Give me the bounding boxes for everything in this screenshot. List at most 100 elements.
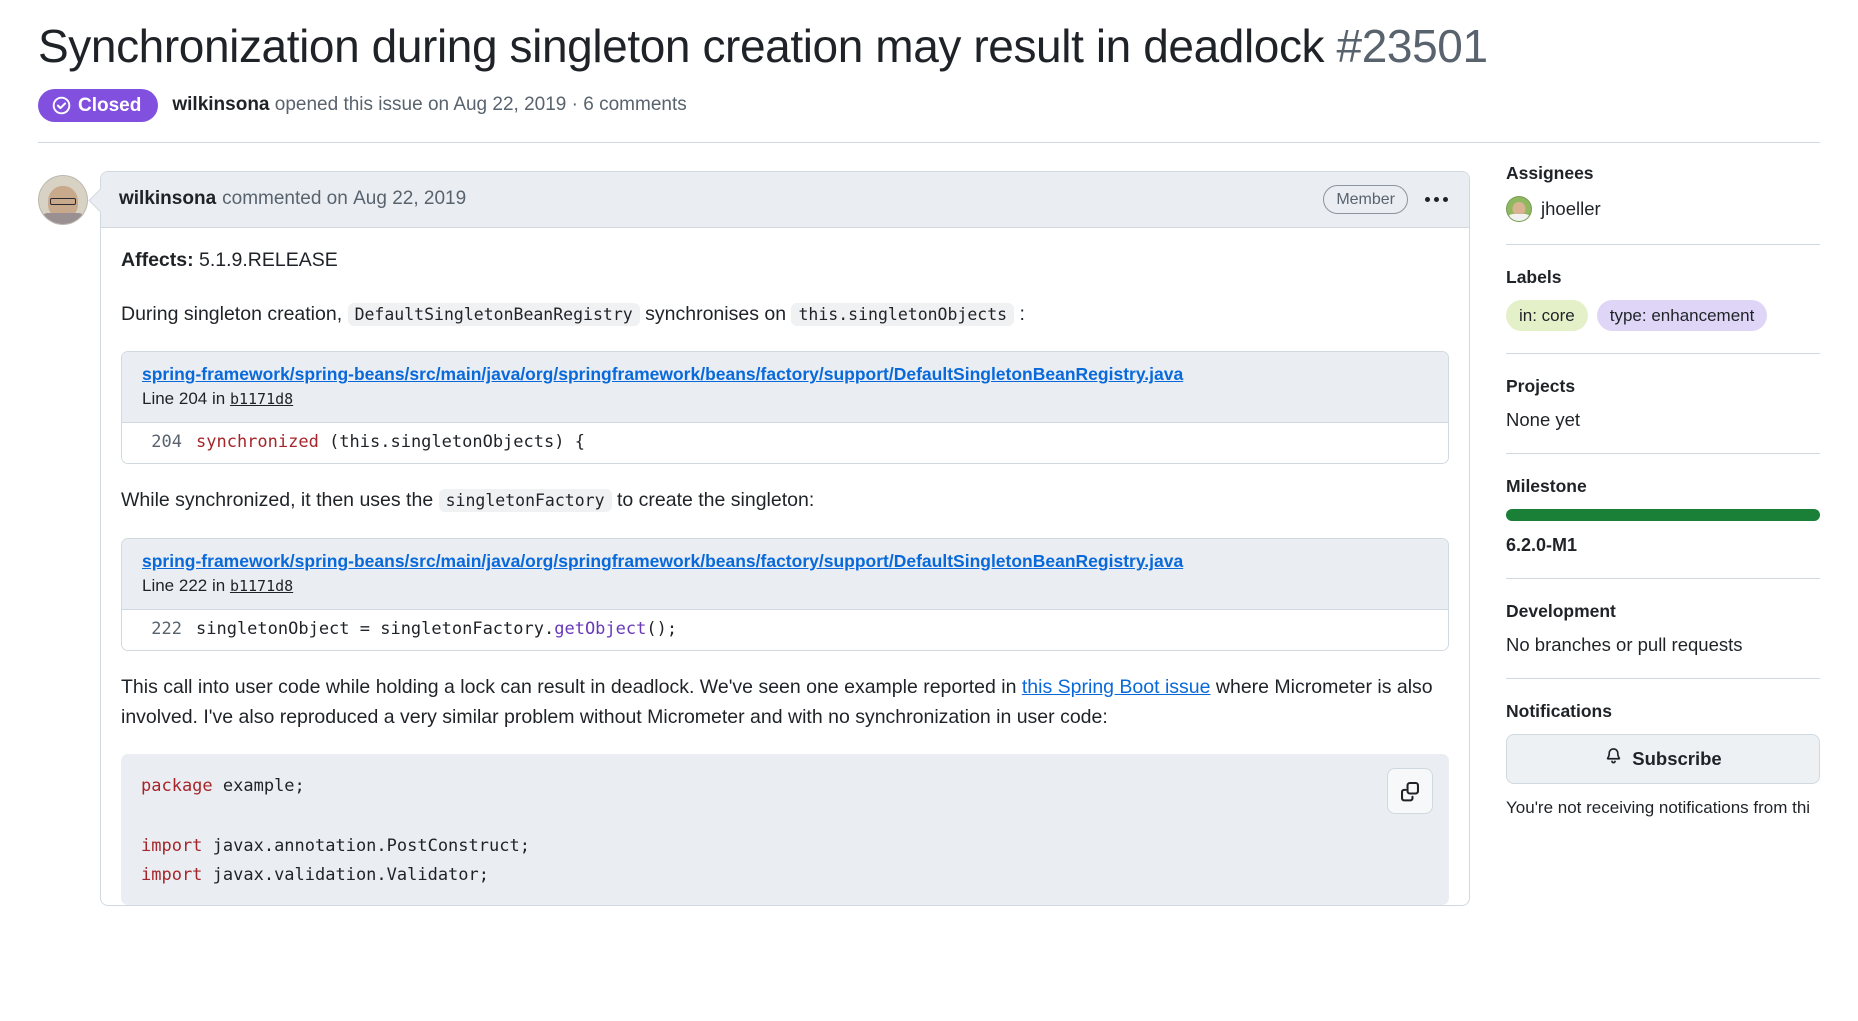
assignee-row[interactable]: jhoeller <box>1506 195 1820 222</box>
milestone-name[interactable]: 6.2.0-M1 <box>1506 535 1820 556</box>
affects-label: Affects: <box>121 249 194 272</box>
snippet-commit-link[interactable]: b1171d8 <box>230 390 293 408</box>
inline-code-singleton-objects: this.singletonObjects <box>791 302 1015 326</box>
snippet-header: spring-framework/spring-beans/src/main/j… <box>122 352 1448 424</box>
comment-header: wilkinsona commented on Aug 22, 2019 Mem… <box>101 171 1469 229</box>
p2-text-a: While synchronized, it then uses the <box>121 489 434 512</box>
comment-header-actions: Member <box>1323 184 1451 215</box>
snippet-line-info: Line 222 in b1171d8 <box>142 576 1428 596</box>
paragraph-2: While synchronized, it then uses the sin… <box>121 486 1449 516</box>
affects-value: 5.1.9.RELEASE <box>199 249 338 272</box>
p3-text-a: This call into user code while holding a… <box>121 675 1017 698</box>
comment-action-text: commented on <box>222 188 348 210</box>
snippet-code-content: singletonObject = singletonFactory.getOb… <box>196 619 677 639</box>
issue-comment-count: 6 comments <box>583 94 687 116</box>
snippet-path-link[interactable]: spring-framework/spring-beans/src/main/j… <box>142 364 1428 385</box>
status-badge-label: Closed <box>78 94 142 116</box>
code-keyword-import-2: import <box>141 865 203 886</box>
issue-closed-icon <box>52 96 71 115</box>
code-keyword: synchronized <box>196 432 319 453</box>
code-function: getObject <box>554 618 647 639</box>
bell-icon <box>1604 747 1623 771</box>
milestone-progress-bar <box>1506 509 1820 522</box>
code-keyword-import-1: import <box>141 835 203 856</box>
snippet-commit-link[interactable]: b1171d8 <box>230 577 293 595</box>
development-title: Development <box>1506 601 1616 622</box>
subscribe-button[interactable]: Subscribe <box>1506 734 1820 785</box>
kebab-horizontal-icon[interactable] <box>1422 193 1451 206</box>
role-badge: Member <box>1323 184 1408 215</box>
kebab-dot <box>1425 196 1430 202</box>
snippet-line-in: in <box>211 575 226 595</box>
code-reference-snippet: spring-framework/spring-beans/src/main/j… <box>121 351 1449 465</box>
meta-separator: · <box>571 94 578 116</box>
kebab-dot <box>1443 196 1448 202</box>
assignees-title: Assignees <box>1506 162 1594 183</box>
code-pre: singletonObject = singletonFactory. <box>196 618 555 639</box>
code-reference-snippet: spring-framework/spring-beans/src/main/j… <box>121 537 1449 651</box>
snippet-path-link[interactable]: spring-framework/spring-beans/src/main/j… <box>142 551 1428 572</box>
avatar-shirt <box>1507 213 1531 221</box>
inline-code-registry: DefaultSingletonBeanRegistry <box>347 302 640 326</box>
paragraph-1: During singleton creation, DefaultSingle… <box>121 300 1449 330</box>
issue-opened-text: opened this issue on <box>274 94 450 116</box>
page-title: Synchronization during singleton creatio… <box>38 20 1820 73</box>
sidebar-section-development: Development No branches or pull requests <box>1506 578 1820 678</box>
issue-date: Aug 22, 2019 <box>453 94 567 116</box>
milestone-title: Milestone <box>1506 476 1587 497</box>
development-value: No branches or pull requests <box>1506 634 1743 656</box>
sidebar-section-projects: Projects None yet <box>1506 353 1820 453</box>
assignee-name: jhoeller <box>1541 197 1601 219</box>
avatar-glasses <box>50 198 76 206</box>
snippet-code-content: synchronized (this.singletonObjects) { <box>196 432 585 452</box>
avatar[interactable] <box>38 174 88 225</box>
labels-list: in: core type: enhancement <box>1506 299 1820 332</box>
spring-boot-issue-link[interactable]: this Spring Boot issue <box>1022 676 1211 698</box>
page-body: wilkinsona commented on Aug 22, 2019 Mem… <box>0 143 1858 907</box>
snippet-header: spring-framework/spring-beans/src/main/j… <box>122 538 1448 610</box>
affects-paragraph: Affects: 5.1.9.RELEASE <box>121 246 1449 276</box>
inline-code-singleton-factory: singletonFactory <box>438 489 612 513</box>
code-package-rest: example; <box>212 776 305 797</box>
snippet-line-number: 222 <box>178 575 208 595</box>
issue-author-link[interactable]: wilkinsona <box>172 94 269 115</box>
code-import-rest-1: javax.annotation.PostConstruct; <box>202 835 530 856</box>
status-badge: Closed <box>38 88 159 122</box>
issue-number: #23501 <box>1336 20 1489 72</box>
code-keyword-package: package <box>141 776 213 797</box>
avatar <box>1506 195 1532 222</box>
issue-meta-row: Closed wilkinsona opened this issue on A… <box>38 88 1820 122</box>
sidebar-section-milestone: Milestone 6.2.0-M1 <box>1506 453 1820 578</box>
snippet-line-in: in <box>211 389 226 409</box>
snippet-line-info: Line 204 in b1171d8 <box>142 389 1428 409</box>
projects-title: Projects <box>1506 376 1576 397</box>
issue-byline: wilkinsona opened this issue on Aug 22, … <box>172 94 686 116</box>
code-rest: (this.singletonObjects) { <box>318 432 585 453</box>
p2-text-b: to create the singleton: <box>616 489 815 512</box>
labels-title: Labels <box>1506 266 1562 287</box>
comment-date: Aug 22, 2019 <box>353 188 467 210</box>
timeline-column: wilkinsona commented on Aug 22, 2019 Mem… <box>38 170 1470 907</box>
issue-title-text: Synchronization during singleton creatio… <box>38 20 1325 72</box>
snippet-line-prefix: Line <box>142 575 175 595</box>
code-block: package example; import javax.annotation… <box>121 754 1449 906</box>
subscribe-label: Subscribe <box>1632 748 1722 770</box>
snippet-code-line: 204 synchronized (this.singletonObjects)… <box>122 423 1448 464</box>
label-pill-type-enhancement[interactable]: type: enhancement <box>1596 299 1768 332</box>
avatar-shirt <box>40 212 86 224</box>
label-pill-in-core[interactable]: in: core <box>1506 299 1588 332</box>
issue-header: Synchronization during singleton creatio… <box>0 0 1858 122</box>
code-post: (); <box>646 618 678 639</box>
p1-text-b: synchronises on <box>645 302 787 325</box>
comment-card: wilkinsona commented on Aug 22, 2019 Mem… <box>100 170 1470 907</box>
paragraph-3: This call into user code while holding a… <box>121 673 1449 732</box>
snippet-code-line: 222 singletonObject = singletonFactory.g… <box>122 609 1448 650</box>
kebab-dot <box>1434 196 1439 202</box>
projects-value: None yet <box>1506 409 1581 431</box>
comment-author-link[interactable]: wilkinsona <box>119 188 216 210</box>
copy-icon[interactable] <box>1387 768 1433 815</box>
issue-sidebar: Assignees jhoeller Labels in: core type:… <box>1470 163 1820 906</box>
sidebar-section-notifications: Notifications Subscribe You're not recei… <box>1506 678 1820 843</box>
notifications-title: Notifications <box>1506 701 1612 722</box>
notifications-note: You're not receiving notifications from … <box>1506 798 1811 818</box>
